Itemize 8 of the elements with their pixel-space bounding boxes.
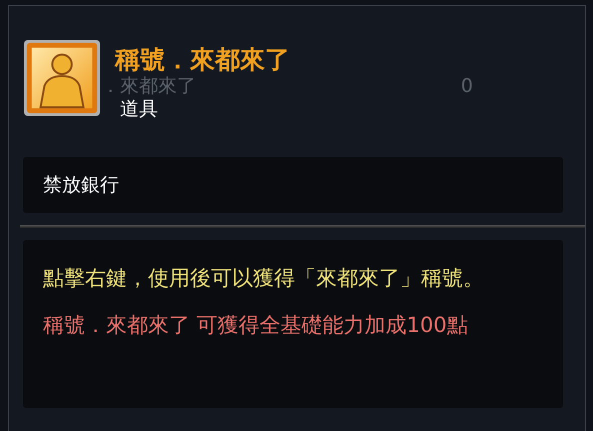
item-type: 道具	[120, 97, 159, 121]
description-text: 點擊右鍵，使用後可以獲得「來都來了」稱號。	[43, 265, 485, 292]
item-title: 稱號．來都來了	[115, 45, 291, 75]
person-icon	[23, 39, 101, 117]
effect-text: 稱號．來都來了 可獲得全基礎能力加成100點	[43, 312, 469, 338]
background-item-name: ．來都來了	[101, 75, 196, 97]
restriction-text: 禁放銀行	[43, 173, 119, 198]
background-item-count: 0	[460, 75, 473, 97]
